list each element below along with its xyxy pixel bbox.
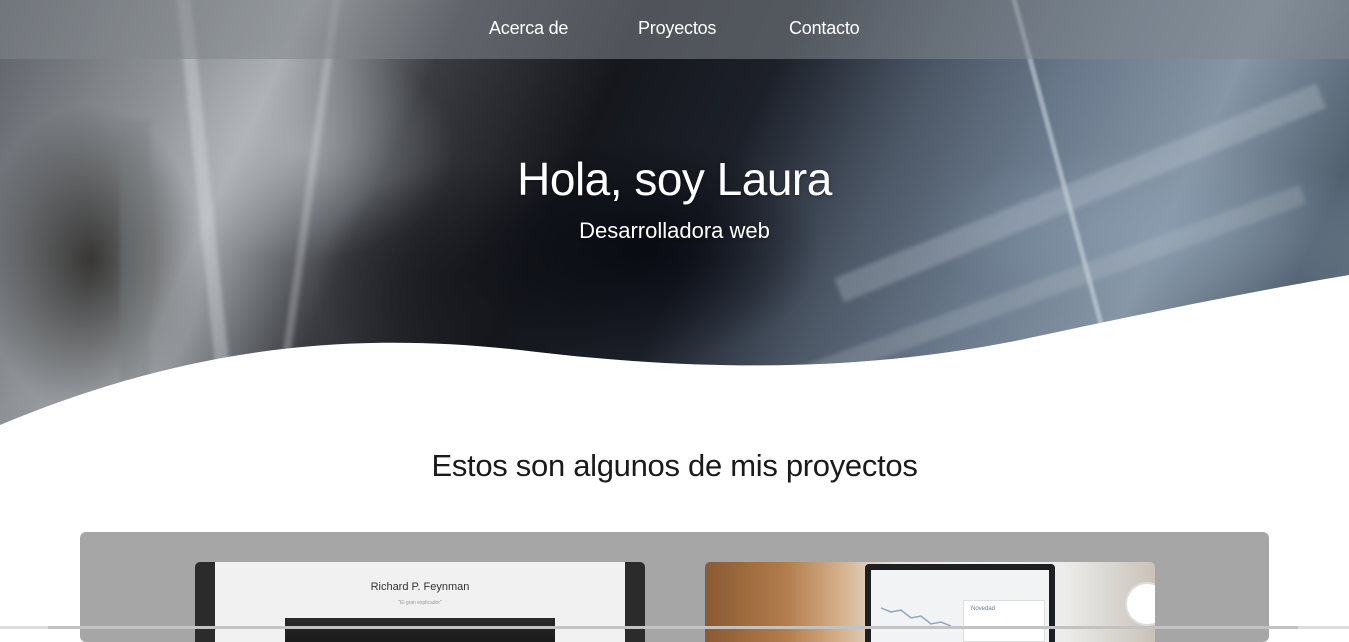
project-card-dashboard[interactable]: Novedad [705, 562, 1155, 642]
project-card-feynman[interactable]: Richard P. Feynman "El gran explicador" [195, 562, 645, 642]
preview-subtitle: "El gran explicador" [398, 600, 442, 606]
preview-title: Richard P. Feynman [370, 581, 470, 593]
dashboard-panel-label: Novedad [971, 606, 996, 612]
nav-link-about[interactable]: Acerca de [489, 18, 568, 39]
preview-photo [285, 618, 555, 642]
hero-subtitle: Desarrolladora web [579, 218, 770, 243]
top-navigation: Acerca de Proyectos Contacto [0, 0, 1349, 59]
hero-wave-divider [0, 275, 1349, 430]
dashboard-screen: Novedad [871, 570, 1049, 642]
coffee-cup-image [1125, 582, 1155, 626]
projects-heading: Estos son algunos de mis proyectos [431, 448, 918, 483]
laptop-image: Novedad [865, 564, 1055, 642]
nav-link-contact[interactable]: Contacto [789, 18, 860, 39]
hero-title: Hola, soy Laura [517, 153, 832, 205]
hero-banner: Hola, soy Laura Desarrolladora web [0, 0, 1349, 430]
nav-link-projects[interactable]: Proyectos [638, 18, 716, 39]
project-preview-image: Richard P. Feynman "El gran explicador" [215, 562, 625, 642]
